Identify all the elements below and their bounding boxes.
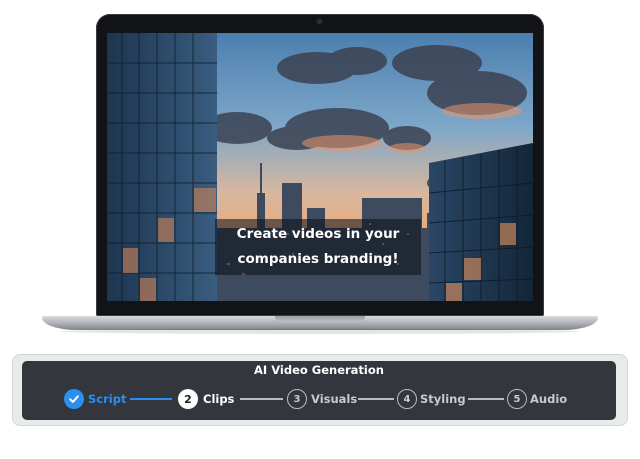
step-connector (468, 398, 504, 400)
step-visuals-label[interactable]: Visuals (311, 391, 357, 407)
laptop-notch (275, 316, 365, 322)
step-audio-number[interactable]: 5 (507, 389, 527, 409)
step-visuals-number[interactable]: 3 (287, 389, 307, 409)
step-connector (240, 398, 283, 400)
webcam-icon (317, 19, 322, 24)
caption-line-1: Create videos in your (236, 226, 400, 242)
step-script-check-icon[interactable] (64, 389, 84, 409)
panel-title: AI Video Generation (254, 363, 384, 377)
laptop-shadow (60, 329, 580, 334)
step-connector (358, 398, 394, 400)
step-clips-number[interactable]: 2 (178, 389, 198, 409)
step-styling-number[interactable]: 4 (397, 389, 417, 409)
step-audio-label[interactable]: Audio (530, 391, 567, 407)
step-clips-label[interactable]: Clips (203, 391, 234, 407)
caption-line-2: companies branding! (237, 251, 399, 267)
step-script-label[interactable]: Script (88, 391, 126, 407)
step-connector (130, 398, 172, 400)
check-icon (69, 395, 79, 403)
step-styling-label[interactable]: Styling (420, 391, 466, 407)
video-caption: Create videos in your companies branding… (215, 219, 421, 275)
